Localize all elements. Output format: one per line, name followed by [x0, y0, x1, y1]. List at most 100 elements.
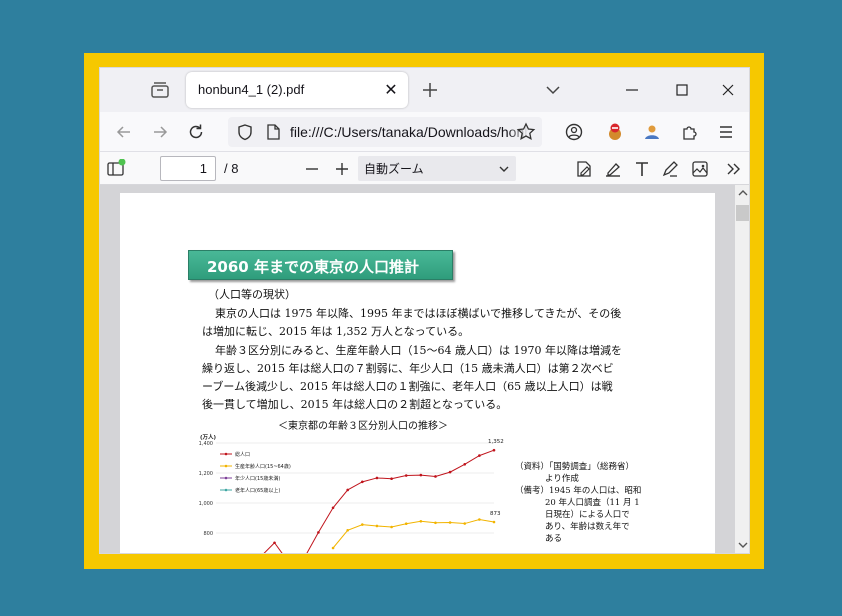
chart-unit-label: (万人)	[200, 433, 217, 441]
legend-label: 老年人口(65歳以上)	[235, 487, 280, 494]
paragraph2-line: 繰り返し、2015 年は総人口の７割弱に、年少人口（15 歳未満人口）は第２次ベ…	[202, 362, 614, 375]
legend-marker	[224, 476, 228, 480]
y-tick-label: 1,000	[199, 501, 213, 507]
account-icon[interactable]	[564, 122, 584, 142]
legend-label: 生産年齢人口(15~64歳)	[235, 463, 291, 470]
data-point	[390, 477, 393, 480]
new-tab-icon[interactable]	[420, 80, 440, 100]
extensions-icon[interactable]	[680, 122, 700, 142]
data-point	[463, 522, 467, 525]
data-point	[434, 475, 437, 478]
edit-text-icon[interactable]	[574, 159, 594, 179]
draw-icon[interactable]	[660, 159, 680, 179]
url-text: file:///C:/Users/tanaka/Downloads/honbun…	[290, 124, 542, 140]
tab-title: honbun4_1 (2).pdf	[198, 82, 305, 97]
scroll-down-icon[interactable]	[737, 539, 749, 551]
legend-marker	[224, 464, 228, 468]
chart-title: ＜東京都の年齢３区分別人口の推移＞	[278, 421, 448, 432]
extension-blocker-icon[interactable]	[605, 122, 625, 142]
data-point	[390, 525, 393, 529]
address-bar[interactable]: file:///C:/Users/tanaka/Downloads/honbun…	[228, 117, 542, 147]
legend-label: 年少人口(15歳未満)	[235, 475, 280, 482]
close-window-icon[interactable]	[718, 80, 738, 100]
note-line: 20 年人口調査（11 月 1	[545, 498, 640, 508]
data-point	[404, 522, 408, 525]
data-point	[361, 480, 364, 484]
data-point	[463, 463, 467, 466]
tab-pdf[interactable]: honbun4_1 (2).pdf ✕	[186, 72, 408, 108]
browser-window: honbun4_1 (2).pdf ✕ file:///C:/Users/tan…	[99, 67, 750, 554]
legend-marker	[224, 452, 228, 456]
paragraph2-line: ーブーム後減少し、2015 年は総人口の１割強に、老年人口（65 歳以上人口）は…	[202, 380, 613, 393]
highlight-icon[interactable]	[603, 159, 623, 179]
tab-list-icon[interactable]	[148, 78, 172, 102]
vertical-scrollbar[interactable]	[735, 185, 749, 553]
note-line: あり、年齢は数え年で	[545, 522, 630, 532]
shield-icon[interactable]	[236, 123, 254, 145]
paragraph1-line: は増加に転じ、2015 年は 1,352 万人となっている。	[202, 325, 470, 338]
zoom-select-label: 自動ズーム	[364, 162, 424, 176]
reload-icon[interactable]	[186, 122, 206, 142]
data-point	[492, 448, 496, 452]
legend-label: 総人口	[235, 451, 250, 458]
note-line: より作成	[545, 474, 579, 484]
data-point	[361, 523, 364, 526]
population-chart: (万人)1,4001,2001,000800600総人口生産年齢人口(15~64…	[199, 433, 504, 553]
extension-user-icon[interactable]	[642, 122, 662, 142]
data-point	[375, 476, 379, 480]
list-all-tabs-icon[interactable]	[543, 80, 563, 100]
data-point	[478, 454, 481, 457]
y-tick-label: 800	[203, 531, 213, 537]
y-tick-label: 1,400	[199, 441, 213, 447]
note-line: 日現在）による人口で	[545, 510, 630, 520]
data-point	[448, 470, 452, 474]
data-point	[375, 524, 379, 528]
data-point	[448, 521, 452, 524]
note-line: ある	[545, 534, 563, 544]
legend-marker	[224, 488, 228, 492]
note-line: （備考）1945 年の人口は、昭和	[515, 486, 642, 496]
tab-bar: honbun4_1 (2).pdf ✕	[100, 68, 749, 112]
page-number-input[interactable]: 1	[160, 156, 216, 181]
section-heading: 2060 年までの東京の人口推計	[188, 250, 453, 280]
data-label: 1,352	[488, 439, 504, 445]
scroll-up-icon[interactable]	[737, 187, 749, 199]
data-point	[273, 541, 276, 545]
zoom-out-icon[interactable]	[302, 159, 322, 179]
data-point	[404, 474, 408, 477]
note-line: （資料）「国勢調査」（総務省）	[515, 462, 635, 472]
navigation-bar: file:///C:/Users/tanaka/Downloads/honbun…	[100, 112, 749, 152]
data-point	[331, 506, 335, 510]
data-point	[478, 518, 481, 521]
maximize-icon[interactable]	[672, 80, 692, 100]
menu-icon[interactable]	[716, 122, 736, 142]
pdf-page: 2060 年までの東京の人口推計 （人口等の現状） 東京の人口は 1975 年以…	[120, 193, 715, 553]
zoom-in-icon[interactable]	[332, 159, 352, 179]
minimize-icon[interactable]	[622, 80, 642, 100]
data-point	[346, 529, 349, 532]
add-text-icon[interactable]	[632, 159, 652, 179]
chevron-down-icon	[499, 166, 509, 172]
zoom-select[interactable]: 自動ズーム	[358, 156, 516, 181]
data-point	[331, 546, 335, 550]
forward-icon[interactable]	[150, 122, 170, 142]
close-tab-icon[interactable]: ✕	[382, 81, 400, 99]
more-tools-icon[interactable]	[724, 159, 744, 179]
add-image-icon[interactable]	[690, 159, 710, 179]
paragraph1-line: 東京の人口は 1975 年以降、1995 年まではほぼ横ばいで推移してきたが、そ…	[215, 307, 622, 320]
series-line	[332, 518, 495, 549]
subheading: （人口等の現状）	[208, 288, 296, 301]
paragraph2-line: 年齢３区分別にみると、生産年齢人口（15〜64 歳人口）は 1970 年以降は増…	[215, 344, 623, 357]
pdf-toolbar: 1 / 8 自動ズーム	[100, 153, 749, 185]
page-icon[interactable]	[264, 123, 282, 145]
back-icon[interactable]	[114, 122, 134, 142]
y-tick-label: 1,200	[199, 471, 213, 477]
pdf-viewer[interactable]: 2060 年までの東京の人口推計 （人口等の現状） 東京の人口は 1975 年以…	[100, 185, 735, 553]
scrollbar-thumb[interactable]	[736, 205, 749, 221]
data-point	[317, 531, 320, 534]
bookmark-star-icon[interactable]	[516, 122, 536, 142]
section-heading-text: 2060 年までの東京の人口推計	[207, 258, 419, 276]
data-point	[346, 488, 349, 492]
sidebar-toggle-icon[interactable]	[106, 158, 126, 179]
page-count: / 8	[224, 161, 239, 176]
